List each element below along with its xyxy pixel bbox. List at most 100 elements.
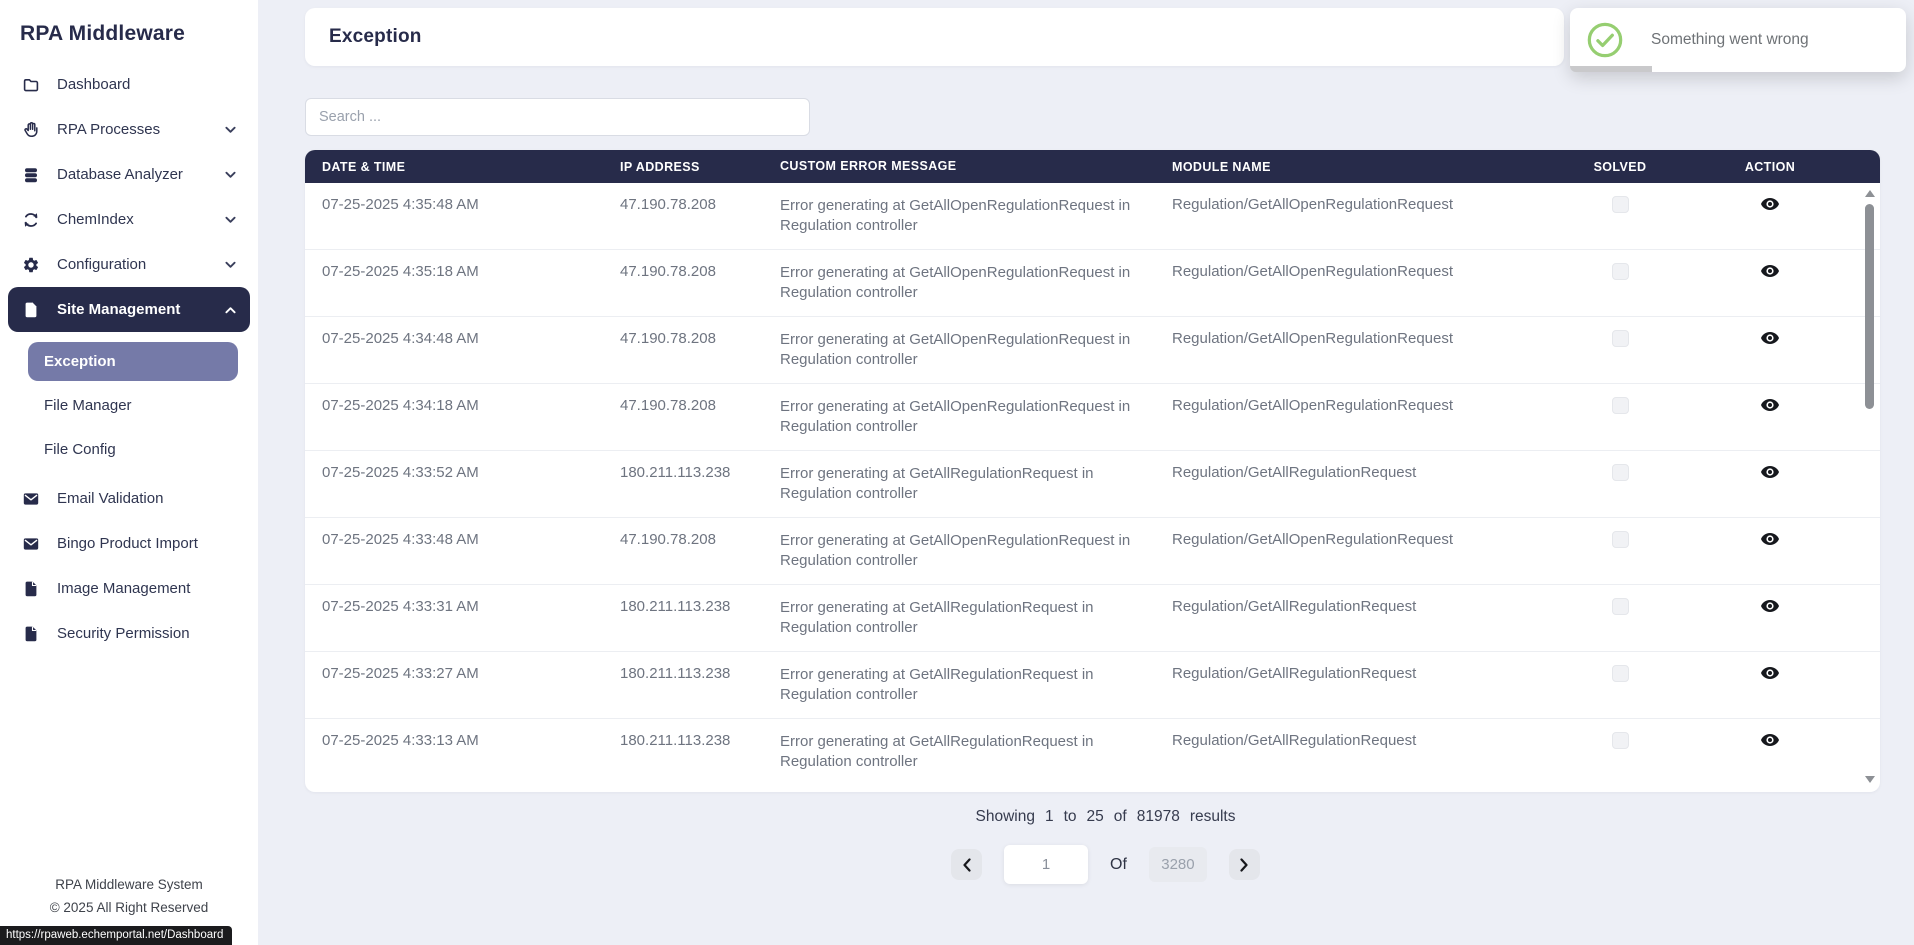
file-icon <box>22 625 40 643</box>
sidebar-item-label: Bingo Product Import <box>57 535 198 552</box>
column-header-message: CUSTOM ERROR MESSAGE <box>780 159 957 174</box>
summary-word: to <box>1063 808 1077 825</box>
cell-ip: 47.190.78.208 <box>620 263 716 280</box>
sidebar-item-database-analyzer[interactable]: Database Analyzer <box>8 152 250 197</box>
sidebar-subitem-file-manager[interactable]: File Manager <box>28 386 238 425</box>
solved-checkbox[interactable] <box>1611 397 1629 414</box>
summary-word: results <box>1189 808 1236 825</box>
cell-ip: 180.211.113.238 <box>620 598 731 615</box>
solved-checkbox[interactable] <box>1611 732 1629 749</box>
envelope-icon <box>22 490 40 508</box>
database-icon <box>22 166 40 184</box>
solved-checkbox[interactable] <box>1611 464 1629 481</box>
view-action-button[interactable] <box>1760 596 1780 616</box>
table-row: 07-25-2025 4:33:31 AM 180.211.113.238 Er… <box>305 585 1880 652</box>
view-action-button[interactable] <box>1760 462 1780 482</box>
sidebar-item-image-management[interactable]: Image Management <box>8 566 250 611</box>
footer-copyright: © 2025 All Right Reserved <box>49 899 209 915</box>
sidebar-item-bingo-product-import[interactable]: Bingo Product Import <box>8 521 250 566</box>
table-row: 07-25-2025 4:33:48 AM 47.190.78.208 Erro… <box>305 518 1880 585</box>
current-page-input[interactable] <box>1004 845 1089 884</box>
cell-module: Regulation/GetAllRegulationRequest <box>1172 598 1417 615</box>
cell-ip: 47.190.78.208 <box>620 531 716 548</box>
view-action-button[interactable] <box>1760 395 1780 415</box>
view-action-button[interactable] <box>1760 328 1780 348</box>
view-action-button[interactable] <box>1760 730 1780 750</box>
cell-module: Regulation/GetAllRegulationRequest <box>1172 732 1417 749</box>
table-row: 07-25-2025 4:33:52 AM 180.211.113.238 Er… <box>305 451 1880 518</box>
solved-checkbox[interactable] <box>1611 330 1629 347</box>
sidebar-item-label: Email Validation <box>57 490 164 507</box>
sidebar-item-configuration[interactable]: Configuration <box>8 242 250 287</box>
sidebar-item-chemindex[interactable]: ChemIndex <box>8 197 250 242</box>
cell-error-message: Error generating at GetAllOpenRegulation… <box>780 331 1131 368</box>
table-row: 07-25-2025 4:33:27 AM 180.211.113.238 Er… <box>305 652 1880 719</box>
sidebar-item-security-permission[interactable]: Security Permission <box>8 611 250 656</box>
exception-table: DATE & TIME IP ADDRESS CUSTOM ERROR MESS… <box>305 150 1880 792</box>
previous-page-button[interactable] <box>951 849 983 880</box>
sync-icon <box>22 211 40 229</box>
sidebar-item-label: Configuration <box>57 256 147 273</box>
cell-ip: 180.211.113.238 <box>620 732 731 749</box>
eye-icon <box>1760 328 1780 348</box>
view-action-button[interactable] <box>1760 194 1780 214</box>
eye-icon <box>1760 462 1780 482</box>
site-management-subnav: Exception File Manager File Config <box>8 332 250 476</box>
eye-icon <box>1760 194 1780 214</box>
cell-datetime: 07-25-2025 4:34:48 AM <box>322 330 479 347</box>
cell-datetime: 07-25-2025 4:34:18 AM <box>322 397 479 414</box>
column-header-action: ACTION <box>1744 159 1796 174</box>
sidebar-item-label: RPA Processes <box>57 121 161 138</box>
view-action-button[interactable] <box>1760 663 1780 683</box>
eye-icon <box>1760 663 1780 683</box>
link-status-url: https://rpaweb.echemportal.net/Dashboard <box>0 926 233 945</box>
view-action-button[interactable] <box>1760 529 1780 549</box>
cell-error-message: Error generating at GetAllOpenRegulation… <box>780 197 1131 234</box>
eye-icon <box>1760 730 1780 750</box>
sidebar-item-label: Dashboard <box>57 76 131 93</box>
sidebar-subitem-file-config[interactable]: File Config <box>28 430 238 469</box>
chevron-down-icon <box>225 171 236 179</box>
summary-to: 25 <box>1086 808 1104 825</box>
chevron-left-icon <box>962 858 972 872</box>
scrollbar-thumb[interactable] <box>1865 204 1874 409</box>
scroll-up-arrow[interactable] <box>1865 190 1875 197</box>
toast-notification[interactable]: Something went wrong <box>1570 8 1906 72</box>
solved-checkbox[interactable] <box>1611 598 1629 615</box>
table-row: 07-25-2025 4:35:48 AM 47.190.78.208 Erro… <box>305 183 1880 250</box>
next-page-button[interactable] <box>1228 849 1260 880</box>
solved-checkbox[interactable] <box>1611 196 1629 213</box>
eye-icon <box>1760 596 1780 616</box>
cell-ip: 180.211.113.238 <box>620 665 731 682</box>
sidebar-item-label: Image Management <box>57 580 191 597</box>
cell-module: Regulation/GetAllOpenRegulationRequest <box>1172 263 1454 280</box>
sidebar-subitem-exception[interactable]: Exception <box>28 342 238 381</box>
solved-checkbox[interactable] <box>1611 665 1629 682</box>
cell-module: Regulation/GetAllOpenRegulationRequest <box>1172 330 1454 347</box>
cell-datetime: 07-25-2025 4:35:18 AM <box>322 263 479 280</box>
sidebar-item-label: ChemIndex <box>57 211 134 228</box>
search-input[interactable] <box>305 98 810 136</box>
table-scrollbar <box>1865 187 1875 784</box>
sidebar: RPA Middleware Dashboard RPA Processes D… <box>0 0 258 945</box>
eye-icon <box>1760 529 1780 549</box>
sidebar-item-site-management[interactable]: Site Management <box>8 287 250 332</box>
subitem-label: File Manager <box>44 397 132 414</box>
solved-checkbox[interactable] <box>1611 263 1629 280</box>
cell-module: Regulation/GetAllRegulationRequest <box>1172 464 1417 481</box>
page-header-card: Exception <box>305 8 1564 66</box>
footer-system-name: RPA Middleware System <box>55 877 203 893</box>
hand-icon <box>22 121 40 139</box>
sidebar-item-rpa-processes[interactable]: RPA Processes <box>8 107 250 152</box>
solved-checkbox[interactable] <box>1611 531 1629 548</box>
eye-icon <box>1760 261 1780 281</box>
table-row: 07-25-2025 4:35:18 AM 47.190.78.208 Erro… <box>305 250 1880 317</box>
sidebar-item-email-validation[interactable]: Email Validation <box>8 476 250 521</box>
sidebar-item-dashboard[interactable]: Dashboard <box>8 62 250 107</box>
cell-error-message: Error generating at GetAllOpenRegulation… <box>780 532 1131 569</box>
sidebar-item-label: Site Management <box>57 301 181 318</box>
cell-ip: 47.190.78.208 <box>620 397 716 414</box>
pagination-controls: Of 3280 <box>305 845 1906 884</box>
scroll-down-arrow[interactable] <box>1865 776 1875 783</box>
view-action-button[interactable] <box>1760 261 1780 281</box>
